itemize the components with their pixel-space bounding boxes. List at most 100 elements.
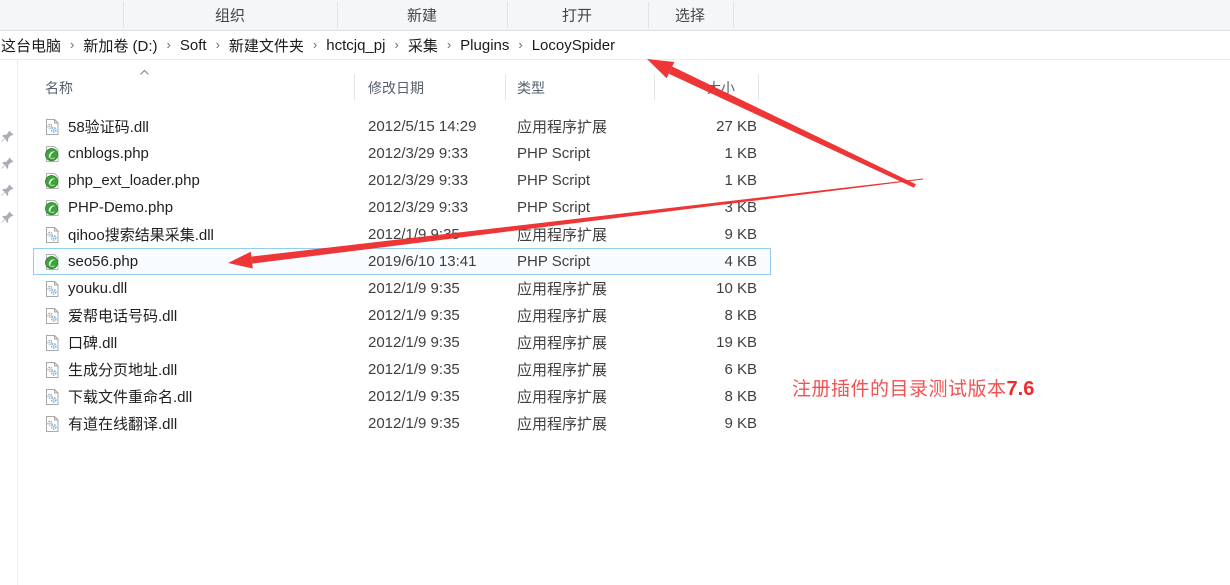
chevron-right-icon: ›	[389, 37, 403, 54]
chevron-right-icon: ›	[65, 37, 79, 54]
file-row[interactable]: 口碑.dll 2012/1/9 9:35 应用程序扩展 19 KB	[33, 329, 771, 356]
file-row[interactable]: qihoo搜索结果采集.dll 2012/1/9 9:35 应用程序扩展 9 K…	[33, 221, 771, 248]
file-name-cell: youku.dll	[33, 280, 368, 297]
file-size: 6 KB	[667, 361, 771, 378]
file-type: PHP Script	[517, 145, 667, 162]
file-name: PHP-Demo.php	[68, 199, 173, 216]
file-date-modified: 2012/3/29 9:33	[368, 145, 517, 162]
column-divider[interactable]	[354, 74, 355, 100]
file-name-cell: cnblogs.php	[33, 145, 368, 162]
file-date-modified: 2019/6/10 13:41	[368, 253, 517, 270]
column-divider[interactable]	[654, 74, 655, 100]
file-name-cell: 下载文件重命名.dll	[33, 386, 368, 407]
pushpin-icon[interactable]	[0, 156, 15, 171]
file-size: 4 KB	[667, 253, 771, 270]
file-name: seo56.php	[68, 253, 138, 270]
file-type: 应用程序扩展	[517, 278, 667, 299]
file-date-modified: 2012/1/9 9:35	[368, 226, 517, 243]
file-size: 9 KB	[667, 415, 771, 432]
column-header-date-modified[interactable]: 修改日期	[368, 78, 517, 98]
column-header-size[interactable]: 大小	[667, 78, 771, 98]
dll-file-icon	[44, 281, 60, 297]
column-header-type[interactable]: 类型	[517, 78, 667, 98]
file-row[interactable]: 下载文件重命名.dll 2012/1/9 9:35 应用程序扩展 8 KB	[33, 383, 771, 410]
column-divider[interactable]	[505, 74, 506, 100]
breadcrumb: 这台电脑 › 新加卷 (D:) › Soft › 新建文件夹 › hctcjq_…	[0, 31, 619, 59]
chevron-right-icon: ›	[442, 37, 456, 54]
breadcrumb-item-new-folder[interactable]: 新建文件夹	[225, 35, 308, 56]
file-size: 10 KB	[667, 280, 771, 297]
column-divider[interactable]	[758, 74, 759, 100]
file-type: PHP Script	[517, 253, 667, 270]
file-name: youku.dll	[68, 280, 127, 297]
file-date-modified: 2012/1/9 9:35	[368, 307, 517, 324]
breadcrumb-item-soft[interactable]: Soft	[176, 37, 211, 54]
file-row[interactable]: PHP-Demo.php 2012/3/29 9:33 PHP Script 3…	[33, 194, 771, 221]
php-file-icon	[44, 173, 60, 189]
breadcrumb-item-hctcjq-pj[interactable]: hctcjq_pj	[322, 37, 389, 54]
annotation-note: 注册插件的目录测试版本7.6	[792, 374, 1034, 401]
file-name-cell: 爱帮电话号码.dll	[33, 305, 368, 326]
pushpin-icon[interactable]	[0, 129, 15, 144]
column-header-name[interactable]: 名称	[33, 78, 368, 98]
ribbon-separator	[507, 2, 508, 28]
chevron-right-icon: ›	[162, 37, 176, 54]
file-row[interactable]: php_ext_loader.php 2012/3/29 9:33 PHP Sc…	[33, 167, 771, 194]
file-name-cell: 58验证码.dll	[33, 116, 368, 137]
file-row[interactable]: seo56.php 2019/6/10 13:41 PHP Script 4 K…	[33, 248, 771, 275]
file-type: 应用程序扩展	[517, 116, 667, 137]
dll-file-icon	[44, 227, 60, 243]
breadcrumb-bar: 这台电脑 › 新加卷 (D:) › Soft › 新建文件夹 › hctcjq_…	[0, 31, 1230, 60]
file-list: 名称 修改日期 类型 大小 58验证码.dll 2012/5/15 14:29 …	[33, 74, 771, 437]
dll-file-icon	[44, 335, 60, 351]
ribbon-separator	[648, 2, 649, 28]
ribbon-separator	[337, 2, 338, 28]
file-row[interactable]: cnblogs.php 2012/3/29 9:33 PHP Script 1 …	[33, 140, 771, 167]
file-type: PHP Script	[517, 199, 667, 216]
file-name: 爱帮电话号码.dll	[68, 305, 177, 326]
ribbon-separator	[733, 2, 734, 28]
ribbon-group-new: 新建	[407, 5, 437, 26]
ribbon-group-open: 打开	[562, 5, 592, 26]
file-date-modified: 2012/3/29 9:33	[368, 172, 517, 189]
file-type: 应用程序扩展	[517, 332, 667, 353]
file-type: 应用程序扩展	[517, 413, 667, 434]
file-date-modified: 2012/1/9 9:35	[368, 388, 517, 405]
dll-file-icon	[44, 416, 60, 432]
breadcrumb-item-caiji[interactable]: 采集	[404, 35, 442, 56]
pushpin-icon[interactable]	[0, 210, 15, 225]
file-size: 1 KB	[667, 145, 771, 162]
file-row[interactable]: youku.dll 2012/1/9 9:35 应用程序扩展 10 KB	[33, 275, 771, 302]
file-row[interactable]: 爱帮电话号码.dll 2012/1/9 9:35 应用程序扩展 8 KB	[33, 302, 771, 329]
file-name-cell: php_ext_loader.php	[33, 172, 368, 189]
breadcrumb-item-locoyspider[interactable]: LocoySpider	[528, 37, 619, 54]
file-name-cell: 有道在线翻译.dll	[33, 413, 368, 434]
pushpin-icon[interactable]	[0, 183, 15, 198]
file-name-cell: 生成分页地址.dll	[33, 359, 368, 380]
file-size: 3 KB	[667, 199, 771, 216]
file-name: 下载文件重命名.dll	[68, 386, 192, 407]
file-name-cell: 口碑.dll	[33, 332, 368, 353]
breadcrumb-item-drive-d[interactable]: 新加卷 (D:)	[79, 35, 161, 56]
file-row[interactable]: 生成分页地址.dll 2012/1/9 9:35 应用程序扩展 6 KB	[33, 356, 771, 383]
file-name: 58验证码.dll	[68, 116, 149, 137]
file-type: 应用程序扩展	[517, 305, 667, 326]
file-type: 应用程序扩展	[517, 386, 667, 407]
file-row[interactable]: 有道在线翻译.dll 2012/1/9 9:35 应用程序扩展 9 KB	[33, 410, 771, 437]
nav-pane-divider	[17, 60, 18, 585]
file-name: php_ext_loader.php	[68, 172, 200, 189]
file-name: 生成分页地址.dll	[68, 359, 177, 380]
column-header-row: 名称 修改日期 类型 大小	[33, 74, 771, 102]
file-name: cnblogs.php	[68, 145, 149, 162]
file-name: 口碑.dll	[68, 332, 117, 353]
php-file-icon	[44, 146, 60, 162]
breadcrumb-item-plugins[interactable]: Plugins	[456, 37, 513, 54]
annotation-version: 7.6	[1007, 378, 1035, 400]
file-row[interactable]: 58验证码.dll 2012/5/15 14:29 应用程序扩展 27 KB	[33, 113, 771, 140]
ribbon-bar: 组织 新建 打开 选择	[0, 0, 1230, 31]
file-name-cell: qihoo搜索结果采集.dll	[33, 224, 368, 245]
file-type: PHP Script	[517, 172, 667, 189]
sort-ascending-caret	[139, 69, 150, 76]
file-size: 27 KB	[667, 118, 771, 135]
breadcrumb-item-this-pc[interactable]: 这台电脑	[0, 35, 65, 56]
